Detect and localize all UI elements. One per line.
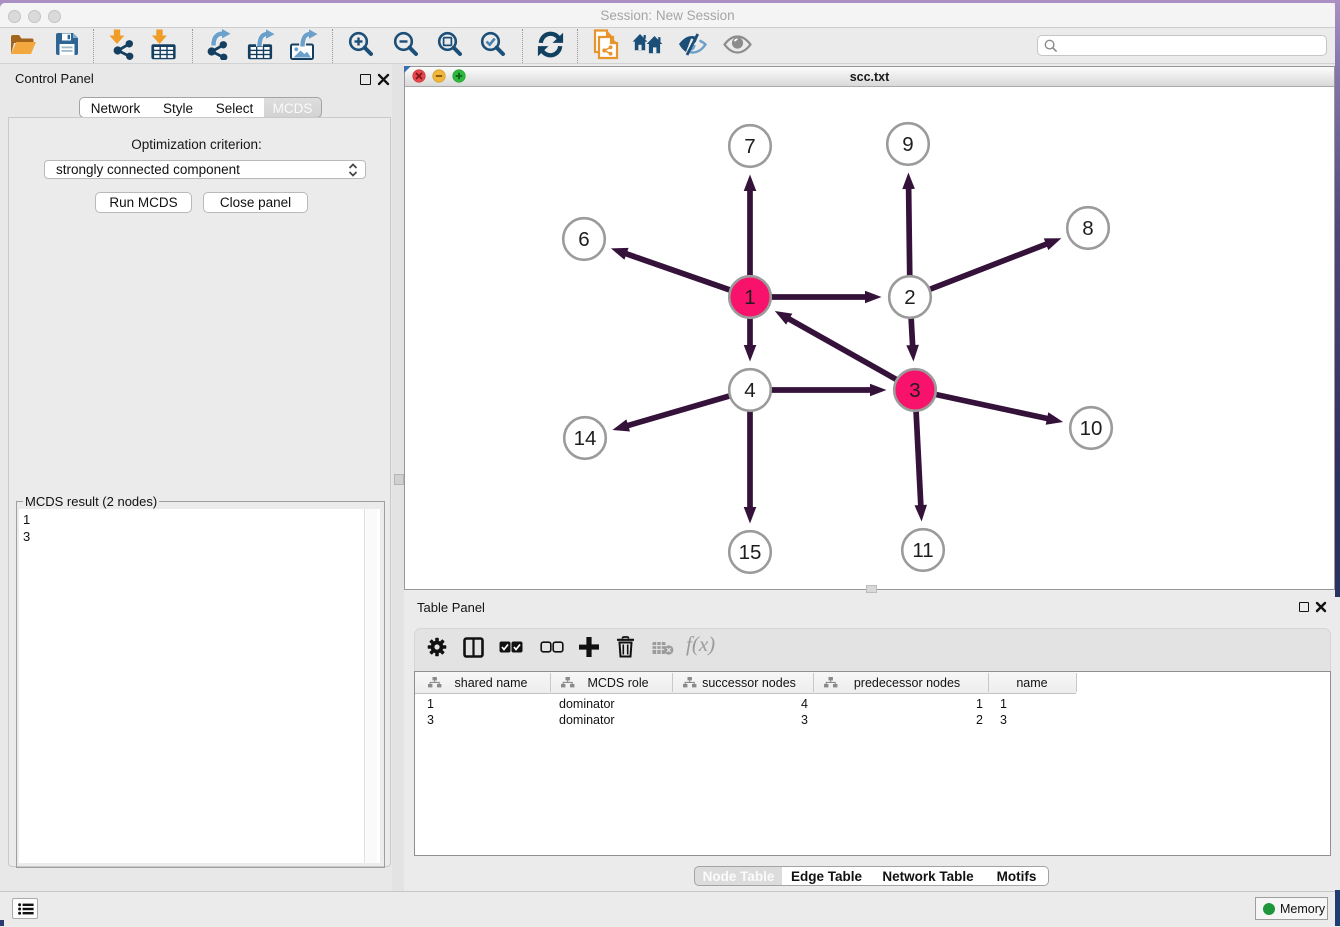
svg-text:8: 8 <box>1082 217 1093 240</box>
svg-text:1: 1 <box>744 286 755 309</box>
svg-text:4: 4 <box>744 379 755 402</box>
svg-text:11: 11 <box>912 539 933 562</box>
svg-text:3: 3 <box>909 379 920 402</box>
svg-text:predecessor nodes: predecessor nodes <box>854 676 960 690</box>
svg-text:successor nodes: successor nodes <box>702 676 796 690</box>
svg-text:10: 10 <box>1080 417 1103 440</box>
svg-text:2: 2 <box>904 286 915 309</box>
svg-text:MCDS role: MCDS role <box>587 676 648 690</box>
svg-text:shared name: shared name <box>455 676 528 690</box>
svg-text:6: 6 <box>578 228 589 251</box>
svg-text:7: 7 <box>744 135 755 158</box>
svg-text:14: 14 <box>574 427 597 450</box>
svg-text:name: name <box>1016 676 1047 690</box>
svg-text:9: 9 <box>902 133 913 156</box>
svg-text:15: 15 <box>739 541 762 564</box>
